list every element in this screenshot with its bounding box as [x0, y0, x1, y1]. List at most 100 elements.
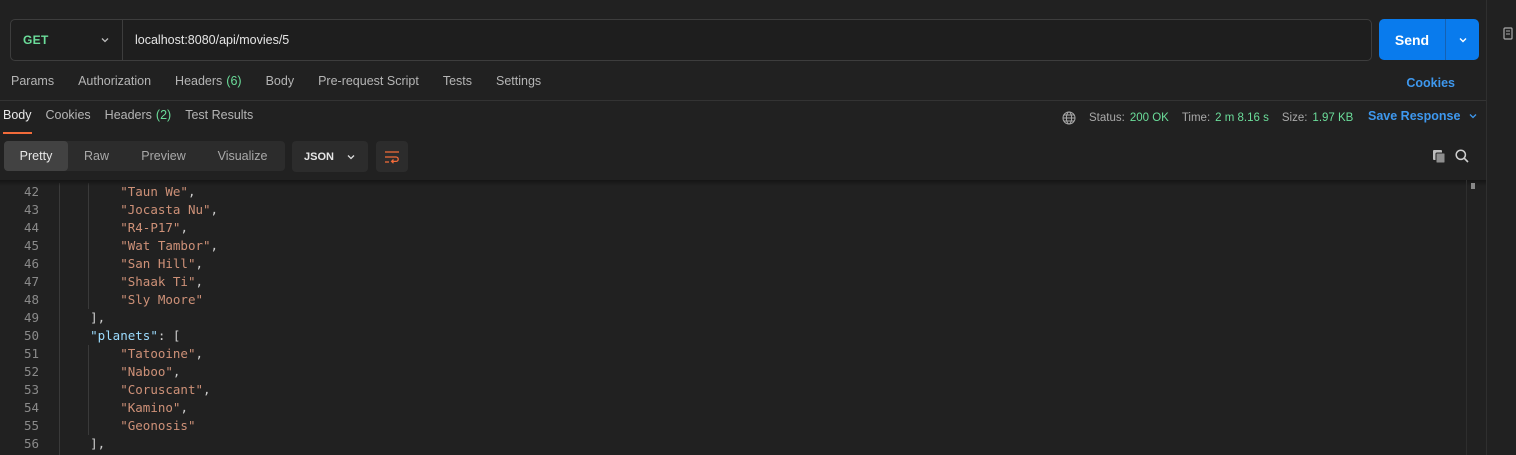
status-label: Status:	[1089, 112, 1125, 124]
request-tab-label: Headers	[175, 74, 223, 88]
response-tab-count: (2)	[155, 108, 172, 122]
size-value[interactable]: 1.97 KB	[1312, 112, 1353, 124]
line-number: 55	[23, 418, 39, 433]
response-tab-cookies[interactable]: Cookies	[46, 108, 91, 134]
json-punctuation: : [	[157, 328, 181, 343]
code-line: 51 "Tatooine",	[0, 345, 1466, 363]
json-string: "Naboo"	[120, 364, 173, 379]
json-key: "planets"	[90, 328, 158, 343]
line-number: 49	[23, 310, 39, 325]
response-tab-label: Cookies	[45, 108, 91, 122]
line-number: 52	[23, 364, 39, 379]
copy-icon[interactable]	[1431, 148, 1447, 164]
response-tab-test-results[interactable]: Test Results	[185, 108, 253, 134]
url-input[interactable]: localhost:8080/api/movies/5	[123, 33, 289, 47]
code-text: "Kamino",	[60, 399, 188, 417]
code-line: 56 ],	[0, 435, 1466, 453]
json-punctuation: ,	[210, 238, 219, 253]
indent-guide	[88, 345, 89, 435]
json-string: "Jocasta Nu"	[120, 202, 211, 217]
json-string: "Taun We"	[120, 184, 188, 199]
json-string: "Kamino"	[120, 400, 181, 415]
code-line: 48 "Sly Moore"	[0, 291, 1466, 309]
code-line: 45 "Wat Tambor",	[0, 237, 1466, 255]
view-mode-segmented-control: Pretty Raw Preview Visualize	[4, 141, 285, 171]
line-number: 48	[23, 292, 39, 307]
chevron-down-icon	[101, 38, 109, 43]
request-tab-headers[interactable]: Headers (6)	[175, 74, 242, 94]
send-button-label: Send	[1394, 31, 1430, 48]
response-tab-body[interactable]: Body	[3, 108, 32, 134]
code-text: "Sly Moore"	[60, 291, 203, 309]
postman-main-pane: GET localhost:8080/api/movies/5 Send Par…	[0, 0, 1486, 455]
wrap-lines-icon	[385, 150, 399, 164]
code-text: ],	[60, 435, 105, 453]
globe-icon[interactable]	[1062, 111, 1076, 125]
code-text: "planets": [	[60, 327, 180, 345]
code-text: "Jocasta Nu",	[60, 201, 218, 219]
code-text: "R4-P17",	[60, 219, 188, 237]
send-button[interactable]: Send	[1379, 19, 1479, 60]
request-tab-params[interactable]: Params	[11, 74, 54, 94]
request-tab-label: Settings	[496, 74, 542, 88]
line-number: 53	[23, 382, 39, 397]
code-text: ],	[60, 309, 105, 327]
request-tab-body[interactable]: Body	[266, 74, 295, 94]
send-options-button[interactable]	[1446, 35, 1479, 45]
view-mode-pretty[interactable]: Pretty	[4, 141, 68, 171]
code-line: 47 "Shaak Ti",	[0, 273, 1466, 291]
chevron-down-icon	[1459, 37, 1466, 42]
save-response-button[interactable]: Save Response	[1368, 109, 1478, 123]
code-text: "Naboo",	[60, 363, 180, 381]
request-url-bar: GET localhost:8080/api/movies/5	[10, 19, 1372, 61]
json-string: "Geonosis"	[120, 418, 196, 433]
view-mode-raw[interactable]: Raw	[68, 141, 125, 171]
editor-scrollbar[interactable]	[1466, 180, 1478, 455]
format-label: JSON	[304, 150, 334, 163]
cookies-link[interactable]: Cookies	[1406, 76, 1455, 90]
wrap-lines-button[interactable]	[376, 141, 408, 172]
request-tab-pre-request-script[interactable]: Pre-request Script	[318, 74, 419, 94]
response-tab-headers[interactable]: Headers (2)	[105, 108, 172, 134]
json-string: "Sly Moore"	[120, 292, 204, 307]
code-line: 52 "Naboo",	[0, 363, 1466, 381]
search-icon[interactable]	[1454, 148, 1470, 164]
documentation-icon[interactable]	[1503, 26, 1516, 42]
line-number: 56	[23, 436, 39, 451]
response-body-editor[interactable]: 42 "Taun We", 43 "Jocasta Nu", 44 "R4-P17"…	[0, 183, 1466, 455]
time-label: Time:	[1181, 112, 1211, 124]
scrollbar-thumb[interactable]	[1471, 183, 1475, 189]
request-tab-label: Body	[265, 74, 295, 88]
format-select[interactable]: JSON	[292, 141, 368, 172]
divider	[0, 100, 1486, 101]
code-line: 44 "R4-P17",	[0, 219, 1466, 237]
status-value[interactable]: 200 OK	[1130, 112, 1169, 124]
view-mode-visualize[interactable]: Visualize	[202, 141, 283, 171]
response-tab-label: Headers	[104, 108, 152, 122]
response-tab-label: Body	[3, 108, 32, 122]
code-text: "San Hill",	[60, 255, 203, 273]
time-value[interactable]: 2 m 8.16 s	[1215, 112, 1269, 124]
code-line: 49 ],	[0, 309, 1466, 327]
json-punctuation: ],	[90, 310, 106, 325]
line-number: 50	[23, 328, 39, 343]
request-tab-settings[interactable]: Settings	[496, 74, 541, 94]
code-text: "Shaak Ti",	[60, 273, 203, 291]
request-tab-authorization[interactable]: Authorization	[78, 74, 151, 94]
line-number: 45	[23, 238, 39, 253]
view-mode-preview[interactable]: Preview	[125, 141, 202, 171]
method-select[interactable]: GET	[11, 20, 123, 60]
json-punctuation: ,	[172, 364, 181, 379]
line-number: 54	[23, 400, 39, 415]
json-punctuation: ,	[195, 346, 204, 361]
request-tab-tests[interactable]: Tests	[443, 74, 472, 94]
